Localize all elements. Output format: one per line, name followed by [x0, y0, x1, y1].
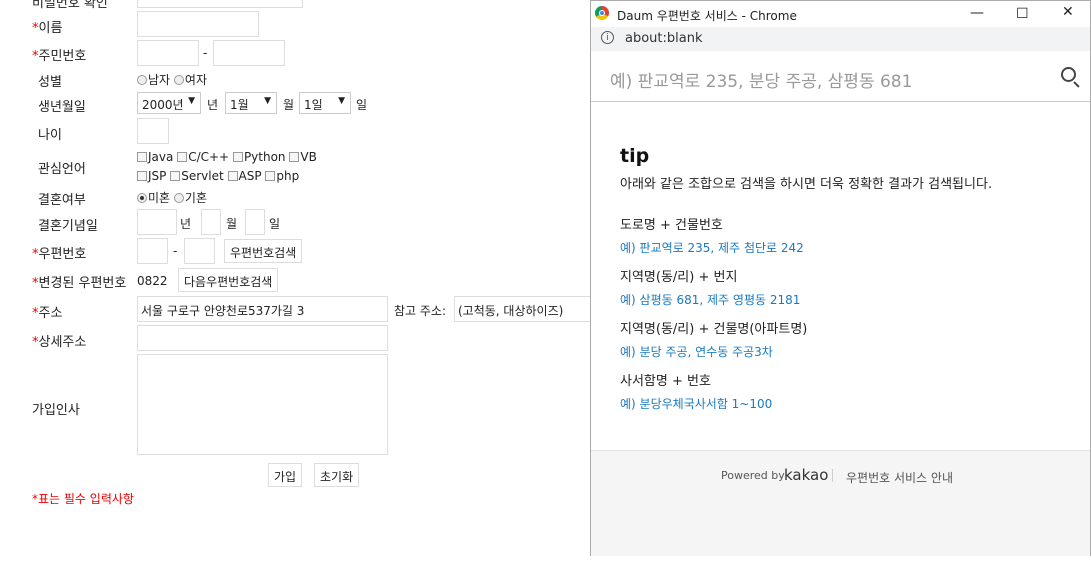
search-icon[interactable] [1061, 67, 1076, 82]
tip-example: 예) 삼평동 681, 제주 영평동 2181 [620, 293, 801, 307]
gender-female-radio[interactable] [173, 75, 184, 85]
popup-titlebar[interactable]: Daum 우편번호 서비스 - Chrome — ☐ ✕ [591, 1, 1090, 27]
zip-separator: - [173, 244, 178, 258]
gender-label: 성별 [38, 75, 62, 90]
anniversary-label: 결혼기념일 [38, 219, 98, 234]
jumin-separator: - [203, 46, 208, 60]
age-input[interactable] [137, 118, 169, 144]
cpp-checkbox[interactable] [177, 152, 188, 162]
detail-address-label: *상세주소 [32, 335, 87, 350]
name-label: *이름 [32, 21, 63, 36]
servlet-checkbox[interactable] [170, 171, 181, 181]
footer-divider [832, 469, 833, 482]
gender-male-radio[interactable] [137, 75, 147, 85]
java-checkbox[interactable] [137, 152, 147, 162]
popup-footer: Powered by kakao 우편번호 서비스 안내 [591, 450, 1090, 556]
tip-section-title: 사서함명 + 번호 [620, 374, 711, 389]
search-placeholder: 예) 판교역로 235, 분당 주공, 삼평동 681 [610, 72, 913, 92]
jumin-label: *주민번호 [32, 49, 87, 64]
signup-form: 비밀번호 확인 *이름 *주민번호 - 성별 남자 여자 생년월일 2000년 ▼… [0, 0, 590, 566]
gender-group: 남자 여자 [137, 71, 207, 88]
reset-button[interactable]: 초기화 [314, 463, 360, 487]
month-unit: 월 [283, 98, 295, 112]
anniv-day-unit: 일 [269, 217, 281, 231]
asp-checkbox[interactable] [227, 171, 238, 181]
zip-front-input[interactable] [137, 238, 168, 264]
powered-by-text: Powered by [721, 469, 785, 482]
vb-checkbox[interactable] [289, 152, 300, 162]
tip-description: 아래와 같은 조합으로 검색을 하시면 더욱 정확한 결과가 검색됩니다. [620, 177, 993, 192]
maximize-icon[interactable]: ☐ [1016, 6, 1029, 22]
greeting-textarea[interactable] [137, 354, 388, 455]
address-label: *주소 [32, 306, 63, 321]
join-button[interactable]: 가입 [268, 463, 303, 487]
password-confirm-input[interactable] [137, 0, 303, 8]
changed-zip-label: *변경된 우편번호 [32, 276, 127, 291]
changed-zip-value: 0822 [137, 274, 168, 288]
birth-year-select[interactable]: 2000년 ▼ [137, 92, 201, 114]
jumin-front-input[interactable] [137, 40, 199, 66]
lang-row-1: Java C/C++ Python VB [137, 150, 317, 164]
required-footnote: *표는 필수 입력사항 [32, 492, 134, 506]
tip-section-title: 도로명 + 건물번호 [620, 218, 723, 233]
zipcode-popup-window: Daum 우편번호 서비스 - Chrome — ☐ ✕ i about:bla… [590, 0, 1091, 556]
zip-search-button[interactable]: 우편번호검색 [224, 239, 303, 263]
day-unit: 일 [356, 98, 368, 112]
ref-address-label: 참고 주소: [394, 304, 447, 318]
jumin-back-input[interactable] [213, 40, 285, 66]
tip-section: tip 아래와 같은 조합으로 검색을 하시면 더욱 정확한 결과가 검색됩니다… [620, 145, 1080, 192]
age-label: 나이 [38, 128, 62, 143]
kakao-logo[interactable]: kakao [784, 466, 828, 484]
python-checkbox[interactable] [232, 152, 243, 162]
jsp-checkbox[interactable] [137, 171, 147, 181]
anniv-year-unit: 년 [180, 217, 192, 231]
tip-title: tip [620, 145, 650, 167]
service-guide-link[interactable]: 우편번호 서비스 안내 [846, 469, 953, 486]
zip-back-input[interactable] [184, 238, 215, 264]
name-input[interactable] [137, 11, 259, 37]
tip-example: 예) 판교역로 235, 제주 첨단로 242 [620, 241, 804, 255]
tip-example: 예) 분당 주공, 연수동 주공3차 [620, 345, 773, 359]
php-checkbox[interactable] [265, 171, 276, 181]
lang-row-2: JSP Servlet ASP php [137, 169, 299, 183]
chrome-icon [595, 6, 609, 20]
anniv-year-input[interactable] [137, 209, 177, 235]
married-group: 미혼 기혼 [137, 189, 207, 206]
popup-title: Daum 우편번호 서비스 - Chrome [617, 9, 797, 23]
tip-section-title: 지역명(동/리) + 건물명(아파트명) [620, 322, 808, 337]
gender-female-label: 여자 [184, 73, 208, 87]
address-input[interactable]: 서울 구로구 안양천로537가길 3 [137, 296, 388, 322]
year-unit: 년 [207, 98, 219, 112]
detail-address-input[interactable] [137, 325, 388, 351]
married-radio[interactable] [173, 193, 184, 203]
single-radio[interactable] [137, 193, 147, 203]
tip-section-title: 지역명(동/리) + 번지 [620, 270, 738, 285]
address-search-bar[interactable]: 예) 판교역로 235, 분당 주공, 삼평동 681 [591, 51, 1090, 102]
zipcode-label: *우편번호 [32, 247, 87, 262]
gender-male-label: 남자 [148, 73, 171, 87]
url-text: about:blank [625, 31, 703, 46]
birth-day-select[interactable]: 1일 ▼ [299, 92, 351, 114]
birth-month-select[interactable]: 1월 ▼ [225, 92, 277, 114]
ref-address-input[interactable]: (고척동, 대상하이즈) [454, 296, 590, 322]
greeting-label: 가입인사 [32, 403, 80, 418]
close-icon[interactable]: ✕ [1062, 4, 1074, 20]
password-confirm-label: 비밀번호 확인 [32, 0, 108, 11]
married-label: 결혼여부 [38, 193, 86, 208]
anniv-month-unit: 월 [226, 217, 238, 231]
birth-label: 생년월일 [38, 100, 86, 115]
address-bar[interactable]: i about:blank [591, 27, 1090, 51]
anniv-month-input[interactable] [201, 209, 221, 235]
tip-example: 예) 분당우체국사서함 1~100 [620, 397, 773, 411]
info-icon[interactable]: i [601, 31, 614, 44]
interest-label: 관심언어 [38, 162, 86, 177]
minimize-icon[interactable]: — [970, 5, 984, 21]
anniv-day-input[interactable] [245, 209, 265, 235]
daum-zip-search-button[interactable]: 다음우편번호검색 [178, 268, 279, 292]
